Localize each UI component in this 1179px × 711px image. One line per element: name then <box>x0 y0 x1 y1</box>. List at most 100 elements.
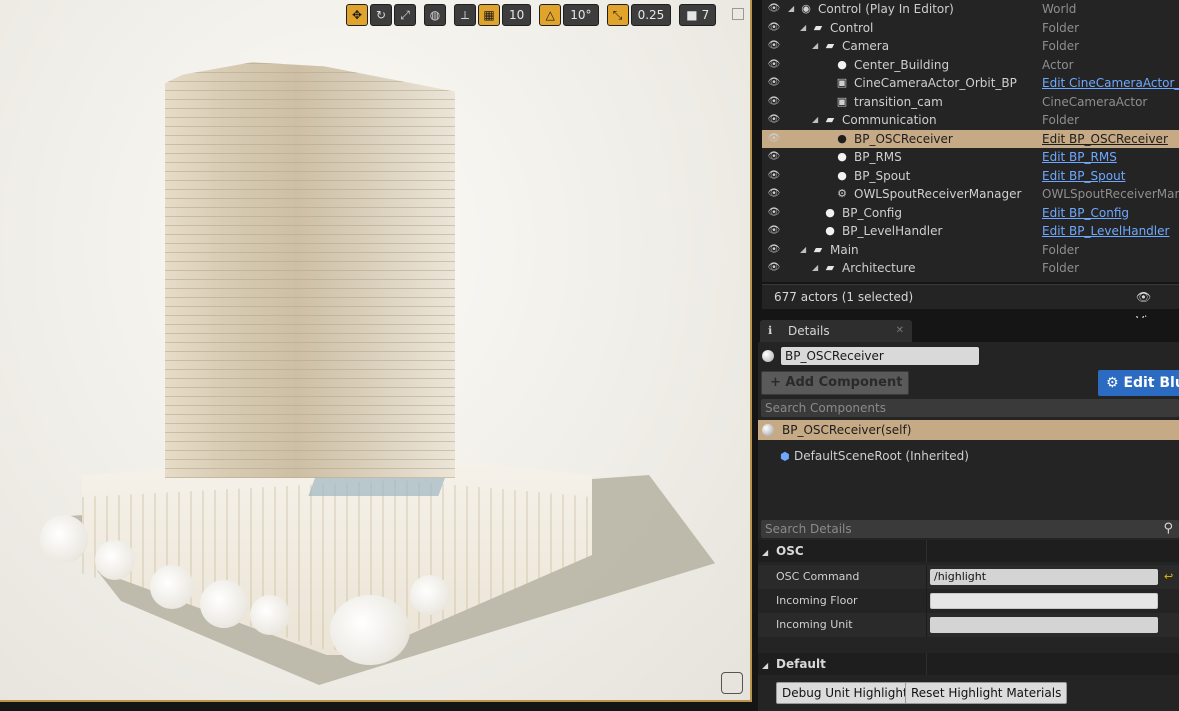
edit-blueprint-link[interactable]: Edit CineCameraActor_Or <box>1042 74 1179 93</box>
outliner-row[interactable]: 👁 ◢ ▰ Communication Folder <box>762 111 1179 130</box>
outliner-item-label: ◢ ▰ Main <box>800 241 859 260</box>
coordinate-space-button[interactable]: ◍ <box>424 4 446 26</box>
outliner-item-name: Communication <box>842 113 937 127</box>
outliner-row[interactable]: 👁 ● BP_LevelHandler Edit BP_LevelHandler <box>762 222 1179 241</box>
rotate-tool-button[interactable]: ↻ <box>370 4 392 26</box>
edit-blueprint-link[interactable]: Edit BP_Spout <box>1042 167 1125 186</box>
visibility-eye-icon[interactable]: 👁 <box>766 204 782 223</box>
maximize-viewport-icon[interactable] <box>732 8 744 20</box>
reset-highlight-materials-button[interactable]: Reset Highlight Materials <box>905 682 1068 704</box>
viewport-corner-button[interactable] <box>721 672 743 694</box>
expand-arrow-icon[interactable]: ◢ <box>812 111 822 130</box>
actor-sphere-icon: ● <box>837 150 847 163</box>
outliner-row[interactable]: 👁 ● BP_RMS Edit BP_RMS <box>762 148 1179 167</box>
actor-name-field[interactable]: BP_OSCReceiver <box>781 347 979 365</box>
outliner-row[interactable]: 👁 ◢ ▰ Main Folder <box>762 241 1179 260</box>
outliner-item-name: BP_Config <box>842 205 902 220</box>
expand-arrow-icon: ◢ <box>762 661 769 670</box>
expand-arrow-icon[interactable]: ◢ <box>788 0 798 19</box>
close-icon[interactable]: ✕ <box>896 320 904 342</box>
edit-blueprint-link[interactable]: Edit BP_RMS <box>1042 148 1117 167</box>
outliner-row[interactable]: 👁 ◢ ▰ Control Folder <box>762 19 1179 38</box>
edit-blueprint-link[interactable]: Edit BP_OSCReceiver <box>1042 130 1168 149</box>
tower-floor-lines <box>165 62 455 478</box>
visibility-eye-icon[interactable]: 👁 <box>766 37 782 56</box>
outliner-row[interactable]: 👁 ● BP_OSCReceiver Edit BP_OSCReceiver <box>762 129 1179 149</box>
debug-unit-highlight-button[interactable]: Debug Unit Highlight <box>776 682 914 704</box>
outliner-item-name: Control <box>830 20 874 35</box>
angle-icon: △ <box>545 8 555 22</box>
camera-speed-button[interactable]: ■ 7 <box>679 4 717 26</box>
component-root-item[interactable]: ⬢ DefaultSceneRoot (Inherited) <box>780 446 969 466</box>
details-tabbar: ℹ Details ✕ <box>752 318 1179 342</box>
visibility-eye-icon[interactable]: 👁 <box>766 74 782 93</box>
search-components-input[interactable]: Search Components <box>761 399 1179 417</box>
scale-tool-button[interactable]: ⤢ <box>394 4 416 26</box>
visibility-eye-icon[interactable]: 👁 <box>766 222 782 241</box>
scale-snap-toggle[interactable]: ⤡ <box>606 4 629 26</box>
visibility-eye-icon[interactable]: 👁 <box>766 111 782 130</box>
visibility-eye-icon[interactable]: 👁 <box>766 93 782 112</box>
scale-snap-value[interactable]: 0.25 <box>630 4 672 26</box>
outliner-item-label: ● BP_OSCReceiver <box>824 130 953 149</box>
outliner-row[interactable]: 👁 ▣ CineCameraActor_Orbit_BP Edit CineCamer… <box>762 74 1179 93</box>
outliner-item-name: BP_OSCReceiver <box>854 131 953 146</box>
component-self-item[interactable]: BP_OSCReceiver(self) <box>758 420 1179 440</box>
incoming-unit-row: Incoming Unit <box>758 613 1179 637</box>
expand-arrow-icon[interactable]: ◢ <box>812 259 822 278</box>
grid-snap-toggle[interactable]: ▦ <box>478 4 500 26</box>
outliner-row[interactable]: 👁 ▣ transition_cam CineCameraActor <box>762 93 1179 112</box>
translate-tool-button[interactable]: ✥ <box>346 4 368 26</box>
expand-arrow-icon[interactable]: ◢ <box>812 37 822 56</box>
actor-sphere-icon: ● <box>825 224 835 237</box>
outliner-row[interactable]: 👁 ◢ ▰ Architecture Folder <box>762 259 1179 278</box>
visibility-eye-icon[interactable]: 👁 <box>766 259 782 278</box>
eye-icon: 👁 <box>1136 290 1152 304</box>
edit-blueprint-button[interactable]: ⚙ Edit Blu <box>1098 370 1179 396</box>
visibility-eye-icon[interactable]: 👁 <box>766 241 782 260</box>
osc-category-header[interactable]: ◢ OSC <box>758 540 1179 562</box>
outliner-row[interactable]: 👁 ◢ ▰ Camera Folder <box>762 37 1179 56</box>
surface-snap-button[interactable]: ⟂ <box>454 4 476 26</box>
incoming-floor-input[interactable] <box>930 593 1158 609</box>
add-component-button[interactable]: + Add Component ▼ <box>761 371 909 411</box>
tab-details[interactable]: ℹ Details ✕ <box>760 320 912 342</box>
grid-snap-value[interactable]: 10 <box>502 4 532 26</box>
default-category-header[interactable]: ◢ Default <box>758 653 1179 675</box>
outliner-footer: 677 actors (1 selected) 👁 View <box>762 284 1179 328</box>
expand-arrow-icon[interactable]: ◢ <box>800 241 810 260</box>
actor-sphere-icon: ● <box>837 57 847 71</box>
outliner-item-name: OWLSpoutReceiverManager <box>854 187 1022 201</box>
outliner-row[interactable]: 👁 ● Center_Building Actor <box>762 56 1179 75</box>
search-details-input[interactable]: Search Details ⚲ <box>761 520 1179 538</box>
tree <box>410 575 450 615</box>
visibility-eye-icon[interactable]: 👁 <box>766 167 782 186</box>
visibility-eye-icon[interactable]: 👁 <box>766 130 782 149</box>
outliner-row[interactable]: 👁 ● BP_Config Edit BP_Config <box>762 204 1179 223</box>
outliner-item-name: BP_Spout <box>854 168 911 183</box>
outliner-item-label: ◢ ▰ Architecture <box>812 259 915 278</box>
details-icon: ℹ <box>768 324 773 337</box>
outliner-item-type: Folder <box>1042 261 1080 275</box>
outliner-item-name: Control (Play In Editor) <box>818 2 954 16</box>
rotation-snap-value[interactable]: 10° <box>563 4 599 26</box>
incoming-floor-row: Incoming Floor <box>758 589 1179 613</box>
outliner-row[interactable]: 👁 ● BP_Spout Edit BP_Spout <box>762 167 1179 186</box>
visibility-eye-icon[interactable]: 👁 <box>766 0 782 19</box>
incoming-unit-input[interactable] <box>930 617 1158 633</box>
visibility-eye-icon[interactable]: 👁 <box>766 185 782 204</box>
surface-snap-icon: ⟂ <box>460 7 469 22</box>
outliner-row[interactable]: 👁 ⚙ OWLSpoutReceiverManager OWLSpoutReceive… <box>762 185 1179 204</box>
actor-count: 677 actors (1 selected) <box>774 290 914 304</box>
visibility-eye-icon[interactable]: 👁 <box>766 148 782 167</box>
edit-blueprint-link[interactable]: Edit BP_LevelHandler <box>1042 222 1169 241</box>
rotation-snap-toggle[interactable]: △ <box>539 4 562 26</box>
visibility-eye-icon[interactable]: 👁 <box>766 56 782 75</box>
osc-command-input[interactable]: /highlight <box>930 569 1158 585</box>
visibility-eye-icon[interactable]: 👁 <box>766 19 782 38</box>
edit-blueprint-link[interactable]: Edit BP_Config <box>1042 204 1129 223</box>
level-viewport[interactable]: ✥ ↻ ⤢ ◍ ⟂ ▦ 10 △ 10° ⤡ 0.25 ■ 7 <box>0 0 752 702</box>
expand-arrow-icon[interactable]: ◢ <box>800 19 810 38</box>
reset-to-default-icon[interactable]: ↩ <box>1164 565 1173 589</box>
outliner-row[interactable]: 👁 ◢ ◉ Control (Play In Editor) World <box>762 0 1179 19</box>
